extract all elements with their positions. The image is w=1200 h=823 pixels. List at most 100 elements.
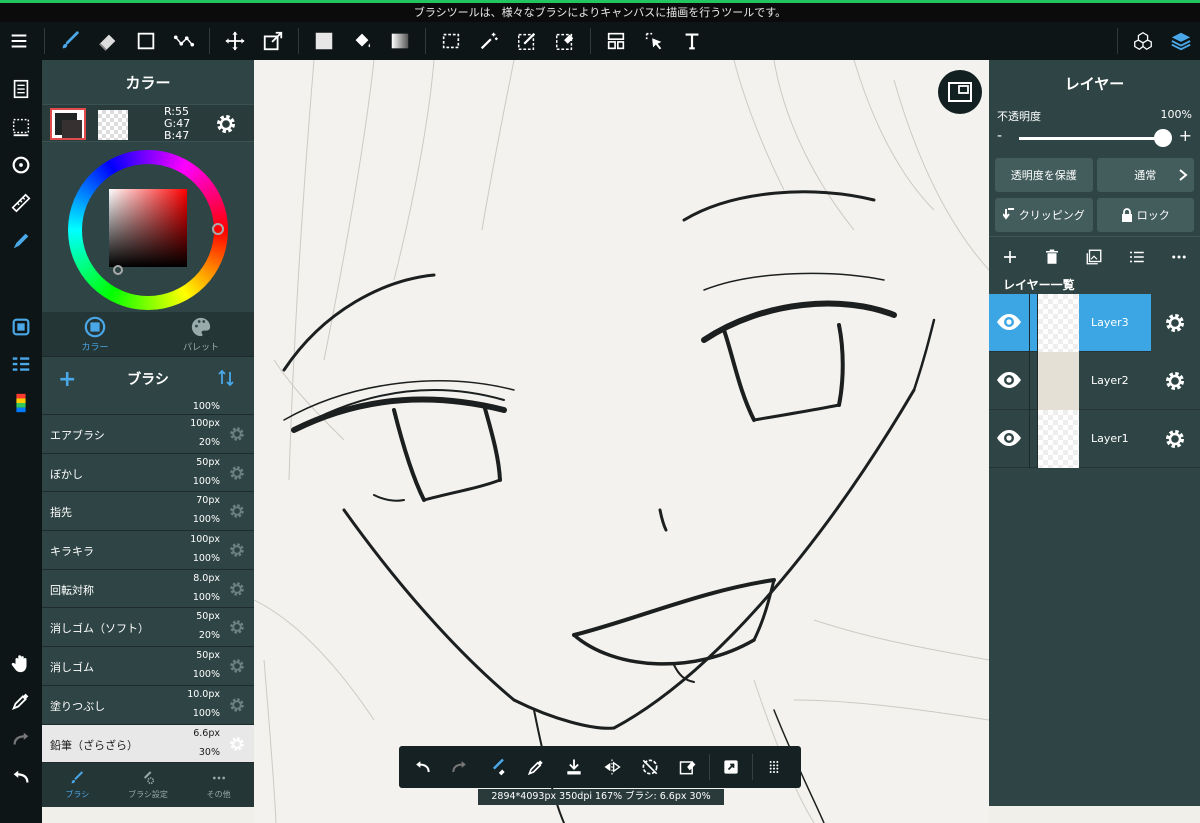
brush-gear-icon[interactable] — [228, 618, 246, 640]
more-options-icon[interactable] — [1170, 248, 1188, 266]
expand-icon[interactable] — [712, 748, 750, 786]
brush-item[interactable]: 指先 70px 100% — [42, 492, 254, 532]
brush-gear-icon[interactable] — [228, 696, 246, 718]
grid-dots-icon[interactable] — [755, 748, 793, 786]
eyedropper-quick-icon[interactable] — [517, 748, 555, 786]
menu-icon[interactable] — [0, 22, 38, 60]
pages-icon[interactable] — [0, 70, 42, 108]
brush-item[interactable]: 消しゴム（ソフト） 50px 20% — [42, 608, 254, 648]
layers-icon[interactable] — [1162, 22, 1200, 60]
brush-item[interactable]: ぼかし 50px 100% — [42, 453, 254, 493]
color-panel-title: カラー — [125, 73, 171, 92]
hue-cursor[interactable] — [212, 223, 224, 235]
color-bars-icon[interactable] — [0, 384, 42, 422]
brush-item-selected[interactable]: 鉛筆（ざらざら） 6.6px 30% — [42, 724, 254, 763]
brush-item[interactable]: エアブラシ 100px 20% — [42, 415, 254, 454]
hue-wheel[interactable] — [68, 150, 228, 310]
selection-icon[interactable] — [0, 108, 42, 146]
operation-icon[interactable] — [635, 22, 673, 60]
visibility-eye-icon[interactable] — [995, 310, 1023, 338]
layout-icon[interactable] — [597, 22, 635, 60]
rectangle-icon[interactable] — [127, 22, 165, 60]
add-brush-button[interactable]: + — [58, 367, 76, 392]
redo-quick-icon[interactable] — [441, 748, 479, 786]
secondary-color-swatch[interactable] — [98, 110, 128, 140]
move-icon[interactable] — [216, 22, 254, 60]
select-eraser-icon[interactable] — [546, 22, 584, 60]
hand-icon[interactable] — [0, 644, 42, 682]
layer-settings-gear-icon[interactable] — [1163, 369, 1187, 397]
bucket-icon[interactable] — [343, 22, 381, 60]
sort-icon[interactable] — [218, 369, 234, 391]
add-layer-icon[interactable] — [1001, 248, 1019, 266]
brush-item[interactable]: キラキラ 100px 100% — [42, 531, 254, 570]
brush-gear-icon[interactable] — [228, 425, 246, 447]
brush-gear-icon[interactable] — [228, 502, 246, 524]
brush-gear-icon[interactable] — [228, 735, 246, 757]
delete-layer-icon[interactable] — [1043, 248, 1061, 266]
select-rect-icon[interactable] — [432, 22, 470, 60]
snap-icon[interactable] — [0, 146, 42, 184]
brush-gear-icon[interactable] — [228, 464, 246, 486]
drawing-canvas[interactable]: 2894*4093px 350dpi 167% ブラシ: 6.6px 30% — [254, 60, 989, 823]
protect-transparency-button[interactable]: 透明度を保護 — [995, 158, 1093, 192]
eyedropper-icon[interactable] — [0, 682, 42, 720]
lock-button[interactable]: ロック — [1096, 198, 1194, 232]
brush-item[interactable]: 消しゴム 50px 100% — [42, 647, 254, 686]
tab-brush-settings[interactable]: ブラシ設定 — [113, 763, 184, 807]
navigator-button[interactable] — [938, 70, 982, 114]
select-pen-icon[interactable] — [508, 22, 546, 60]
magic-wand-icon[interactable] — [470, 22, 508, 60]
import-icon[interactable] — [555, 748, 593, 786]
fill-color-icon[interactable] — [305, 22, 343, 60]
brush-gear-icon[interactable] — [228, 580, 246, 602]
layer-settings-gear-icon[interactable] — [1163, 427, 1187, 455]
clipping-button[interactable]: クリッピング — [995, 198, 1093, 232]
layer-row[interactable]: Layer1 — [989, 410, 1200, 468]
brush-eraser-toggle-icon[interactable] — [479, 748, 517, 786]
text-icon[interactable] — [673, 22, 711, 60]
layer-row[interactable]: Layer3 — [989, 294, 1184, 352]
sv-cursor[interactable] — [113, 265, 123, 275]
brush-icon[interactable] — [51, 22, 89, 60]
dots-select-icon[interactable] — [165, 22, 203, 60]
opacity-slider-knob[interactable] — [1154, 129, 1172, 147]
visibility-eye-icon[interactable] — [995, 426, 1023, 454]
color-panel-toggle-icon[interactable] — [0, 308, 42, 346]
brush-item[interactable]: 100% — [42, 401, 254, 415]
flip-icon[interactable] — [593, 748, 631, 786]
tab-other[interactable]: その他 — [183, 763, 254, 807]
stabilizer-pen-icon[interactable] — [0, 222, 42, 260]
redo-icon[interactable] — [0, 720, 42, 758]
layer-row[interactable]: Layer2 — [989, 352, 1200, 410]
blend-mode-button[interactable]: 通常 — [1096, 158, 1194, 192]
opacity-minus-button[interactable]: - — [997, 128, 1002, 144]
brush-gear-icon[interactable] — [228, 657, 246, 679]
layer-settings-gear-icon[interactable] — [1163, 311, 1187, 339]
brush-item[interactable]: 塗りつぶし 10.0px 100% — [42, 685, 254, 725]
tab-brush[interactable]: ブラシ — [42, 763, 113, 807]
tab-color[interactable]: カラー — [42, 312, 148, 356]
brush-panel-toggle-icon[interactable] — [0, 346, 42, 384]
brush-item[interactable]: 回転対称 8.0px 100% — [42, 569, 254, 609]
primary-color-swatch[interactable] — [50, 108, 86, 140]
color-settings-gear-icon[interactable] — [214, 112, 238, 140]
undo-quick-icon[interactable] — [403, 748, 441, 786]
clear-layer-icon[interactable] — [669, 748, 707, 786]
brush-gear-icon[interactable] — [228, 541, 246, 563]
undo-icon[interactable] — [0, 758, 42, 796]
transform-icon[interactable] — [254, 22, 292, 60]
gradient-icon[interactable] — [381, 22, 419, 60]
saturation-value-square[interactable] — [109, 189, 187, 267]
3d-icon[interactable] — [1124, 22, 1162, 60]
opacity-plus-button[interactable]: + — [1179, 126, 1192, 145]
ruler-icon[interactable] — [0, 184, 42, 222]
rotate-reset-icon[interactable] — [631, 748, 669, 786]
visibility-eye-icon[interactable] — [995, 368, 1023, 396]
layer-image-icon[interactable] — [1085, 248, 1103, 266]
eraser-icon[interactable] — [89, 22, 127, 60]
layer-list-icon[interactable] — [1128, 248, 1146, 266]
toolbar-divider — [44, 28, 45, 54]
tab-palette[interactable]: パレット — [148, 312, 254, 356]
opacity-slider-track[interactable] — [1019, 137, 1165, 140]
